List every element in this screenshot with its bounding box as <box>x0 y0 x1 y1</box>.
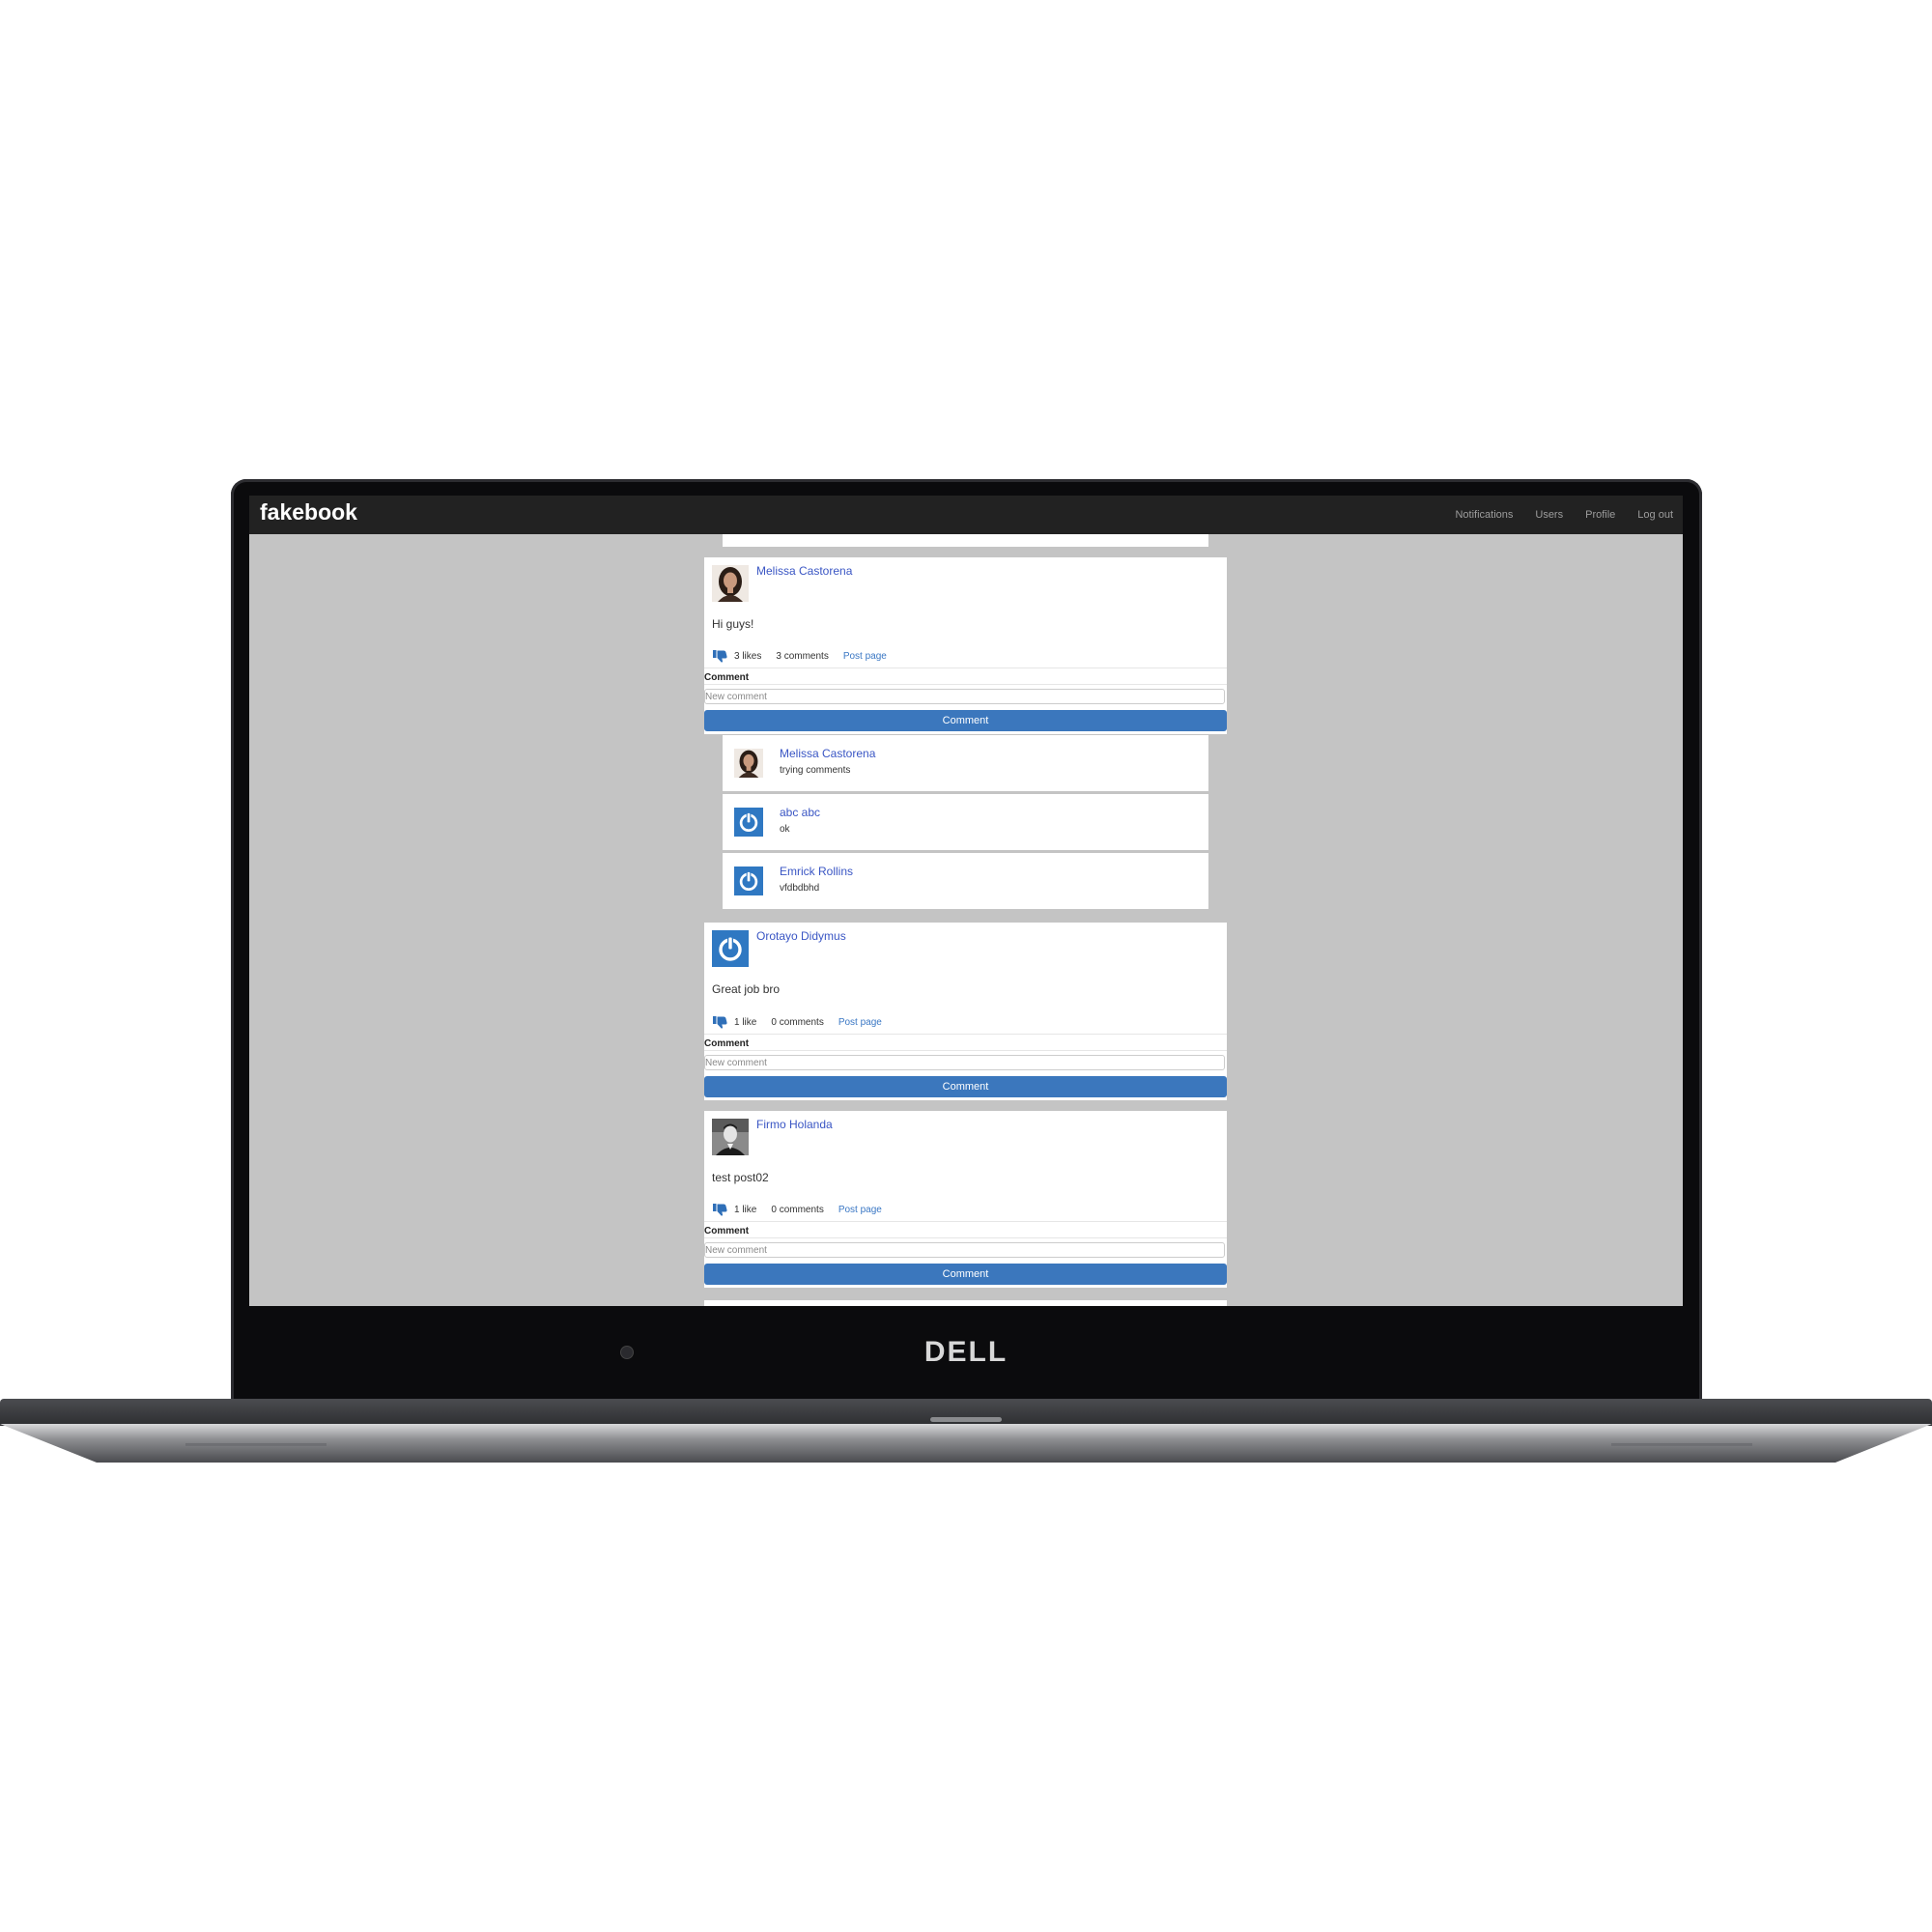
speaker-vent-right <box>1611 1443 1752 1446</box>
divider <box>704 684 1227 685</box>
comment-label: Comment <box>704 672 750 683</box>
comment-item: Emrick Rollins vfdbdbhd <box>723 853 1208 909</box>
nav-users-link[interactable]: Users <box>1535 509 1563 521</box>
browser-viewport: fakebook Notifications Users Profile Log… <box>249 496 1683 1306</box>
divider <box>704 1050 1227 1051</box>
new-comment-input[interactable] <box>704 1242 1225 1258</box>
commenter-name-link[interactable]: Emrick Rollins <box>780 865 853 878</box>
commenter-avatar[interactable] <box>734 808 763 837</box>
like-icon[interactable] <box>712 649 727 663</box>
comment-text: vfdbdbhd <box>780 883 820 894</box>
commenter-avatar[interactable] <box>734 749 763 778</box>
nav-notifications-link[interactable]: Notifications <box>1455 509 1513 521</box>
post-page-link[interactable]: Post page <box>838 1205 882 1215</box>
like-icon[interactable] <box>712 1203 727 1216</box>
next-post-edge <box>704 1300 1227 1306</box>
commenter-name-link[interactable]: Melissa Castorena <box>780 747 875 760</box>
comment-label: Comment <box>704 1038 750 1049</box>
nav-profile-link[interactable]: Profile <box>1585 509 1615 521</box>
likes-count: 3 likes <box>734 650 762 662</box>
new-comment-input[interactable] <box>704 1055 1225 1070</box>
comments-count: 3 comments <box>776 650 829 662</box>
commenter-name-link[interactable]: abc abc <box>780 806 820 819</box>
post-meta: 1 like 0 comments Post page <box>712 1202 882 1217</box>
new-comment-input[interactable] <box>704 689 1225 704</box>
comment-submit-button[interactable]: Comment <box>704 710 1227 731</box>
post-text: test post02 <box>712 1171 769 1184</box>
divider <box>704 1034 1227 1035</box>
likes-count: 1 like <box>734 1204 757 1215</box>
post-card: Orotayo Didymus Great job bro 1 like 0 c… <box>704 923 1227 1100</box>
speaker-vent-left <box>185 1443 327 1446</box>
post-page-link[interactable]: Post page <box>838 1017 882 1028</box>
comments-count: 0 comments <box>771 1016 824 1028</box>
post-card: Melissa Castorena Hi guys! 3 likes 3 com… <box>704 557 1227 734</box>
post-text: Hi guys! <box>712 617 754 631</box>
author-avatar[interactable] <box>712 1119 749 1155</box>
device-brand-logo: DELL <box>923 1336 1009 1368</box>
comment-list: Melissa Castorena trying comments abc ab… <box>723 735 1208 909</box>
post-card: Firmo Holanda test post02 1 like 0 comme… <box>704 1111 1227 1288</box>
author-avatar[interactable] <box>712 565 749 602</box>
comment-submit-button[interactable]: Comment <box>704 1264 1227 1285</box>
divider <box>704 1237 1227 1238</box>
laptop-hinge <box>930 1417 1002 1422</box>
site-logo[interactable]: fakebook <box>260 499 357 526</box>
post-page-link[interactable]: Post page <box>843 651 887 662</box>
post-author-link[interactable]: Firmo Holanda <box>756 1118 833 1131</box>
commenter-avatar[interactable] <box>734 867 763 895</box>
post-text: Great job bro <box>712 982 781 996</box>
likes-count: 1 like <box>734 1016 757 1028</box>
like-icon[interactable] <box>712 1015 727 1029</box>
previous-item-edge <box>723 534 1208 547</box>
post-meta: 3 likes 3 comments Post page <box>712 648 887 664</box>
post-meta: 1 like 0 comments Post page <box>712 1014 882 1030</box>
webcam-icon <box>620 1346 634 1359</box>
author-avatar[interactable] <box>712 930 749 967</box>
comments-count: 0 comments <box>771 1204 824 1215</box>
comment-item: Melissa Castorena trying comments <box>723 735 1208 791</box>
comment-item: abc abc ok <box>723 794 1208 850</box>
nav-links: Notifications Users Profile Log out <box>1455 509 1673 521</box>
comment-text: ok <box>780 824 790 835</box>
top-navbar: fakebook Notifications Users Profile Log… <box>249 496 1683 534</box>
comment-text: trying comments <box>780 765 851 776</box>
post-author-link[interactable]: Orotayo Didymus <box>756 929 846 943</box>
comment-submit-button[interactable]: Comment <box>704 1076 1227 1097</box>
post-author-link[interactable]: Melissa Castorena <box>756 564 852 578</box>
nav-logout-link[interactable]: Log out <box>1637 509 1673 521</box>
comment-label: Comment <box>704 1226 750 1236</box>
divider <box>704 1221 1227 1222</box>
